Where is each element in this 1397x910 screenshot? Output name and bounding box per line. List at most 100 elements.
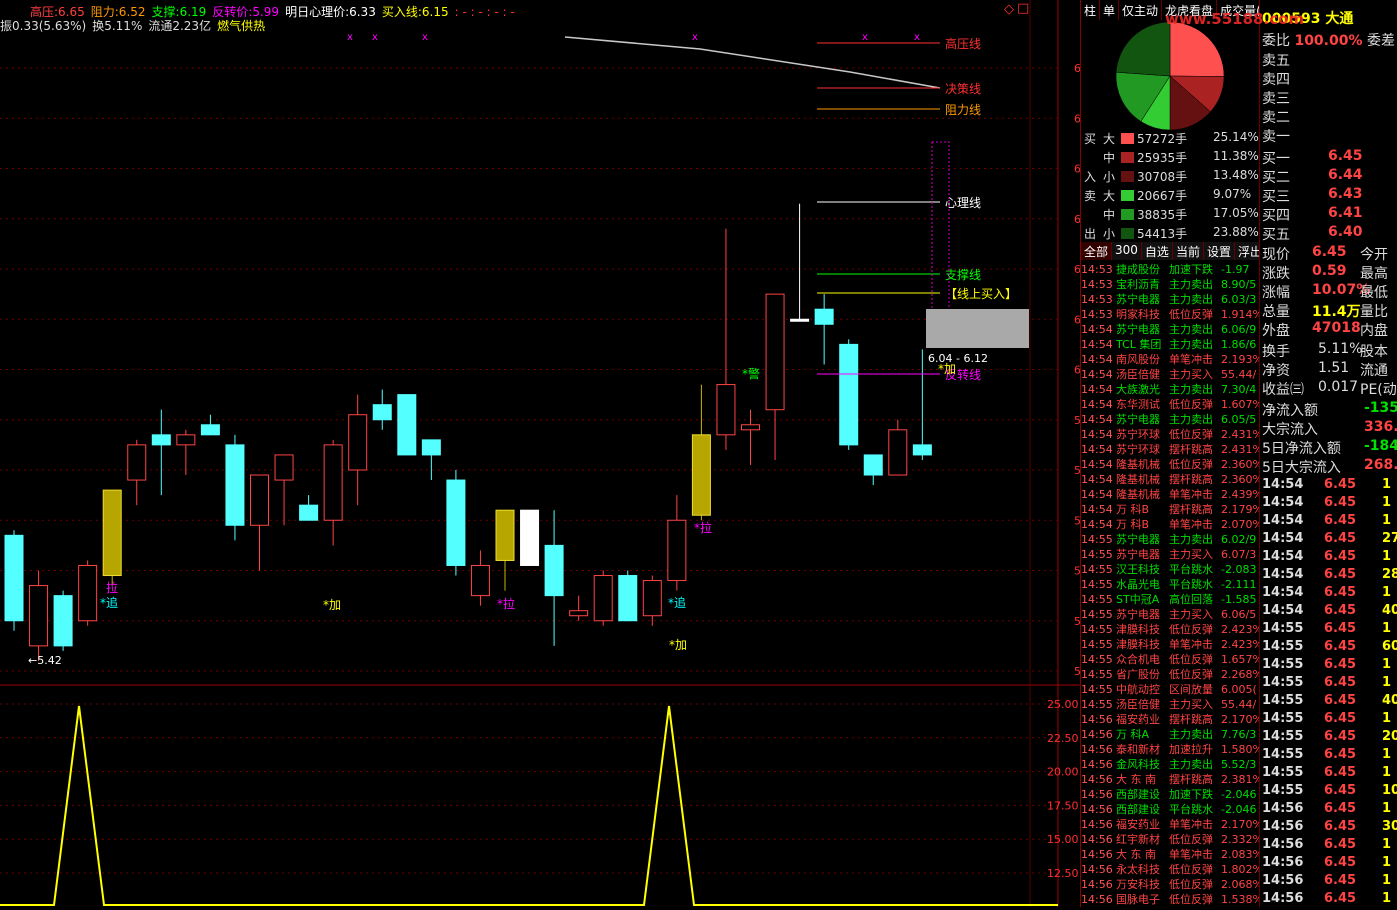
dragon-stock: 中航动控 [1116,683,1160,696]
list-tab-3[interactable]: 当前 [1173,242,1204,260]
dragon-list-item[interactable]: 14:54 苏宁环球 摆杆跳高 2.431% [1081,442,1261,457]
quote-flow-row: 净流入额-1357 [1262,400,1397,419]
dragon-list-item[interactable]: 14:56 泰和新材 加速拉升 1.580% [1081,742,1261,757]
tick-row: 14:546.4540 [1262,603,1397,618]
dragon-action: 单笔冲击 [1169,353,1213,366]
restore-window-icon[interactable]: □ [1017,1,1029,16]
dragon-list-item[interactable]: 14:54 隆基机械 摆杆跳高 2.360% [1081,472,1261,487]
list-tab-1[interactable]: 300 [1112,242,1142,260]
list-tab-4[interactable]: 设置 [1204,242,1235,260]
quote-stat2-row: 收益㈢ 0.017 PE(动 [1262,379,1397,398]
dragon-list-item[interactable]: 14:56 大 东 南摆杆跳高 2.381% [1081,772,1261,787]
dragon-list-item[interactable]: 14:54 苏宁电器 主力卖出 6.05/5 [1081,412,1261,427]
flow-volume: 20667手 [1137,189,1188,203]
dragon-list-item[interactable]: 14:55 苏宁电器 主力买入 6.07/3 [1081,547,1261,562]
dragon-list-item[interactable]: 14:54 苏宁电器 主力卖出 6.06/9 [1081,322,1261,337]
dragon-list-item[interactable]: 14:55 汉王科技 平台跳水 -2.083 [1081,562,1261,577]
dragon-list-item[interactable]: 14:55 中航动控 区间放量 6.005( [1081,682,1261,697]
quote-flow-row: 5日大宗流入 268. [1262,457,1397,476]
dragon-list-item[interactable]: 14:55 苏宁电器 主力买入 6.06/5 [1081,607,1261,622]
flow-size: 大 [1103,189,1116,203]
dragon-action: 单笔冲击 [1169,638,1213,651]
dragon-list-item[interactable]: 14:54 隆基机械 单笔冲击 2.439% [1081,487,1261,502]
level-label: 决策线 [945,82,981,96]
dragon-list-item[interactable]: 14:54 万 科B 单笔冲击 2.070% [1081,517,1261,532]
dragon-list-item[interactable]: 14:56 金风科技 主力卖出 5.52/3 [1081,757,1261,772]
dragon-list-item[interactable]: 14:54 南风股份 单笔冲击 2.193% [1081,352,1261,367]
dragon-list-item[interactable]: 14:53 捷成股份 加速下跌 -1.97 [1081,262,1261,277]
header2-item-2: 流通2.23亿 [148,19,212,33]
dragon-list-item[interactable]: 14:54 TCL 集团 主力卖出 1.86/6 [1081,337,1261,352]
top-tab-2[interactable]: 仅主动 [1119,0,1163,20]
candle-body [323,444,343,521]
top-tab-0[interactable]: 柱 [1081,0,1101,20]
candle [495,509,515,591]
dragon-list-item[interactable]: 14:55 汤臣倍健 主力买入 55.44/ [1081,697,1261,712]
quote-stat-row: 现价 6.45 今开 [1262,244,1388,263]
dragon-list-item[interactable]: 14:55 水晶光电 平台跳水 -2.111 [1081,577,1261,592]
dragon-list-item[interactable]: 14:54 汤臣倍健 主力买入 55.44/ [1081,367,1261,382]
dragon-value: 2.439% [1221,488,1261,501]
dragon-action: 低位反弹 [1169,458,1213,471]
diamond-icon[interactable]: ◇ [1004,2,1014,17]
dragon-stock: 万安科技 [1116,878,1160,891]
quote-stat-row: 涨跌 0.59 最高 [1262,263,1388,282]
dragon-list-item[interactable]: 14:54 隆基机械 低位反弹 2.360% [1081,457,1261,472]
dragon-list-item[interactable]: 14:55 ST中冠A 高位回落 -1.585 [1081,592,1261,607]
dragon-list-item[interactable]: 14:54 苏宁环球 低位反弹 2.431% [1081,427,1261,442]
dragon-time: 14:55 [1081,608,1113,621]
candle [250,474,269,571]
kline-chart-area[interactable]: 6.606.506.406.306.206.106.005.905.805.70… [0,0,1099,907]
candle-body [372,404,392,421]
candle-body [4,534,24,622]
candle-body [250,474,269,526]
dragon-list-item[interactable]: 14:53 苏宁电器 主力卖出 6.03/3 [1081,292,1261,307]
flow-color-swatch [1121,152,1134,163]
kline-chart[interactable]: 6.606.506.406.306.206.106.005.905.805.70… [0,0,1099,907]
dragon-list-item[interactable]: 14:56 万安科技 低位反弹 2.068% [1081,877,1261,892]
list-tab-0[interactable]: 全部 [1081,242,1113,260]
candle [127,439,147,506]
dragon-list-item[interactable]: 14:55 苏宁电器 主力卖出 6.02/9 [1081,532,1261,547]
tick-row: 14:556.4560 [1262,639,1397,654]
dragon-list-item[interactable]: 14:56 西部建设 加速下跌 -2.046 [1081,787,1261,802]
dragon-list-item[interactable]: 14:56 国脉电子 低位反弹 1.538% [1081,892,1261,907]
dragon-value: -2.083 [1221,563,1257,576]
sell-level-row: 卖一 [1262,129,1290,145]
candle [29,570,49,661]
dragon-time: 14:55 [1081,578,1113,591]
list-tab-2[interactable]: 自选 [1142,242,1173,260]
dragon-list-item[interactable]: 14:53 宝利沥青 主力卖出 8.90/5 [1081,277,1261,292]
dragon-list-item[interactable]: 14:56 福安药业 单笔冲击 2.170% [1081,817,1261,832]
level-label: 阻力线 [945,103,981,117]
dragon-list-item[interactable]: 14:54 东华测试 低位反弹 1.607% [1081,397,1261,412]
dragon-list-item[interactable]: 14:56 永太科技 低位反弹 1.802% [1081,862,1261,877]
dragon-list-item[interactable]: 14:55 省广股份 低位反弹 2.268% [1081,667,1261,682]
dragon-signal-list[interactable]: 14:53 捷成股份 加速下跌 -1.97 14:53 宝利沥青 主力卖出 8.90/5 14:… [1081,262,1261,907]
candle-body [421,439,441,456]
dragon-list-item[interactable]: 14:56 大 东 南单笔冲击 2.083% [1081,847,1261,862]
candle-body [667,519,687,582]
dragon-list-item[interactable]: 14:56 万 科A 主力卖出 7.76/3 [1081,727,1261,742]
dragon-list-item[interactable]: 14:55 众合机电 低位反弹 1.657% [1081,652,1261,667]
signal-x-marker: x [692,32,698,43]
dragon-time: 14:56 [1081,773,1113,786]
dragon-list-item[interactable]: 14:56 西部建设 平台跳水 -2.046 [1081,802,1261,817]
dragon-list-item[interactable]: 14:54 大族激光 主力卖出 7.30/4 [1081,382,1261,397]
dragon-list-item[interactable]: 14:53 明家科技 低位反弹 1.914% [1081,307,1261,322]
dragon-list-item[interactable]: 14:56 福安药业 摆杆跳高 2.170% [1081,712,1261,727]
dragon-list-item[interactable]: 14:55 津膜科技 单笔冲击 2.423% [1081,637,1261,652]
dragon-list-item[interactable]: 14:55 津膜科技 低位反弹 2.423% [1081,622,1261,637]
dragon-action: 低位反弹 [1169,668,1213,681]
candle [667,495,687,591]
tick-list[interactable]: 14:54 6.45 1 14:54 6.45 1 14:54 6.45 1 14:54 6.45 2… [1260,477,1397,907]
dragon-action: 主力卖出 [1169,758,1213,771]
dragon-list-item[interactable]: 14:56 红宇新材 低位反弹 2.332% [1081,832,1261,847]
candle-body [274,454,294,481]
candle-body [520,509,540,566]
dragon-stock: 隆基机械 [1116,488,1160,501]
dragon-value: 2.170% [1221,713,1261,726]
candle-body [618,575,638,622]
dragon-list-item[interactable]: 14:54 万 科B 摆杆跳高 2.179% [1081,502,1261,517]
top-tab-1[interactable]: 单 [1100,0,1120,20]
